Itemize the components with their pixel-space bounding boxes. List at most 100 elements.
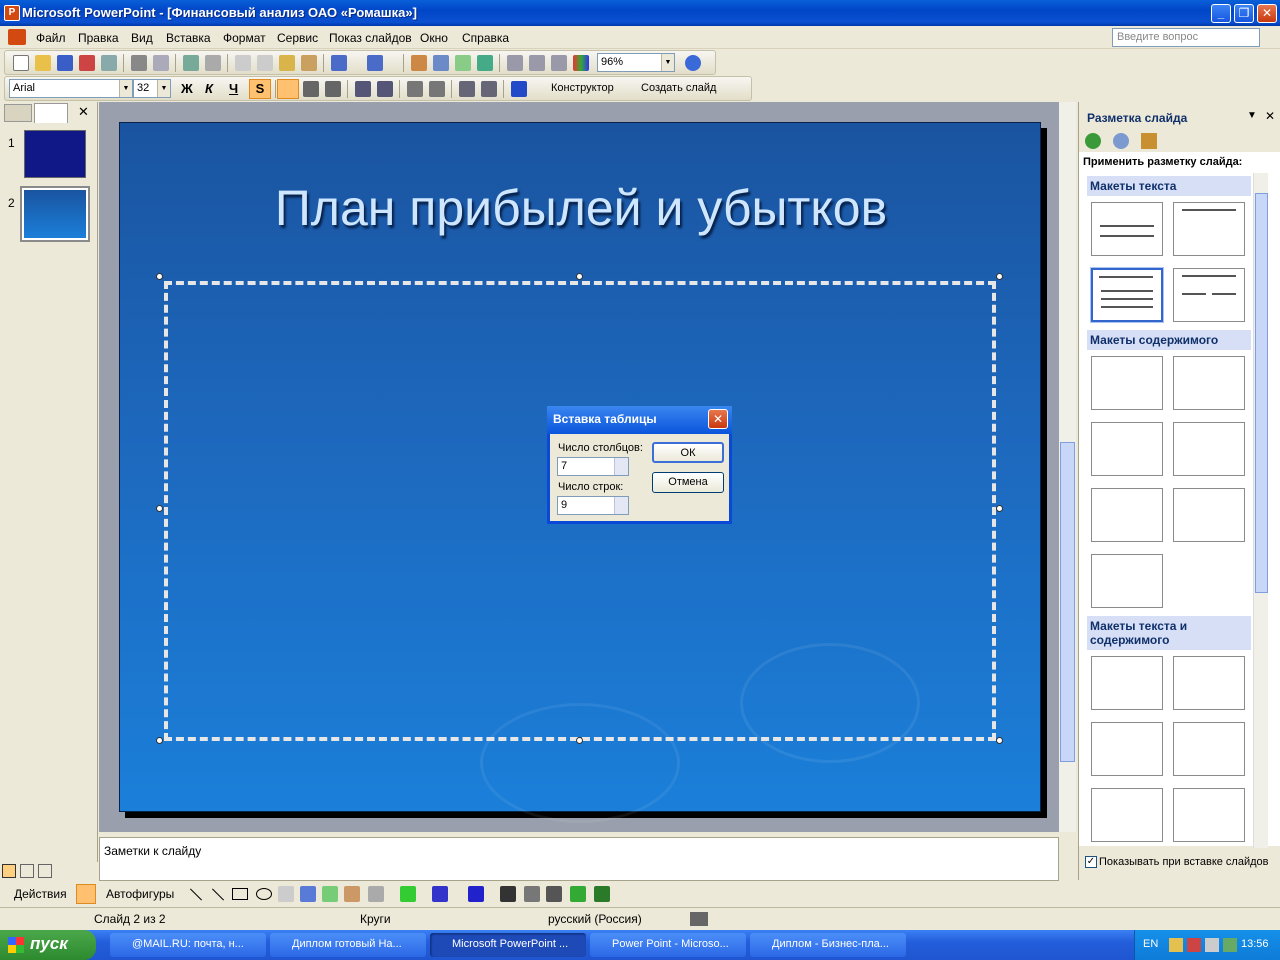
arrow-icon[interactable] xyxy=(211,888,225,901)
menu-view[interactable]: Вид xyxy=(131,31,153,45)
task-word-powerpoint[interactable]: Power Point - Microso... xyxy=(590,933,746,957)
layout-title-two-columns[interactable] xyxy=(1173,268,1245,322)
line-color-icon[interactable] xyxy=(432,886,448,902)
tables-borders-icon[interactable] xyxy=(455,55,471,71)
menu-format[interactable]: Формат xyxy=(223,31,266,45)
tab-slides[interactable] xyxy=(34,103,68,123)
close-pane-icon[interactable]: ✕ xyxy=(78,104,89,120)
clipart-icon[interactable] xyxy=(344,886,360,902)
slide-thumbnail-1[interactable] xyxy=(24,130,86,178)
slide-thumbnail-2-frame[interactable] xyxy=(20,186,90,242)
bullets-icon[interactable] xyxy=(377,81,393,97)
cut-icon[interactable] xyxy=(235,55,251,71)
decrease-indent-icon[interactable] xyxy=(459,81,475,97)
layout-title-content-two[interactable] xyxy=(1091,488,1163,542)
3d-style-icon[interactable] xyxy=(594,886,610,902)
italic-button[interactable]: К xyxy=(205,81,213,96)
chart-icon[interactable] xyxy=(411,55,427,71)
autoshapes-menu[interactable]: Автофигуры xyxy=(106,887,174,901)
forward-icon[interactable] xyxy=(1113,133,1129,149)
tray-icon[interactable] xyxy=(1169,938,1183,952)
preview-icon[interactable] xyxy=(153,55,169,71)
color-icon[interactable] xyxy=(573,55,589,71)
layout-title-text[interactable] xyxy=(1090,267,1164,323)
resize-handle[interactable] xyxy=(156,737,163,744)
font-combo[interactable]: Arial ▼ xyxy=(9,79,133,98)
copy-icon[interactable] xyxy=(257,55,273,71)
show-on-insert-checkbox[interactable]: ✓ xyxy=(1085,856,1097,868)
home-icon[interactable] xyxy=(1141,133,1157,149)
layout-blank[interactable] xyxy=(1091,356,1163,410)
numbering-icon[interactable] xyxy=(355,81,371,97)
close-button[interactable]: ✕ xyxy=(1257,4,1277,23)
rows-spinner[interactable] xyxy=(614,497,628,514)
font-color-icon[interactable] xyxy=(511,81,527,97)
normal-view-icon[interactable] xyxy=(2,864,16,878)
maximize-button[interactable]: ❐ xyxy=(1234,4,1254,23)
font-size-combo[interactable]: 32 ▼ xyxy=(133,79,171,98)
arrow-style-icon[interactable] xyxy=(546,886,562,902)
language-indicator[interactable]: EN xyxy=(1143,938,1158,950)
spelling-status-icon[interactable] xyxy=(690,912,708,926)
underline-button[interactable]: Ч xyxy=(229,81,238,96)
task-word-diplom[interactable]: Диплом - Бизнес-пла... xyxy=(750,933,906,957)
task-folder-diplom[interactable]: Диплом готовый На... xyxy=(270,933,426,957)
fill-color-icon[interactable] xyxy=(400,886,416,902)
resize-handle[interactable] xyxy=(156,273,163,280)
line-icon[interactable] xyxy=(189,888,203,901)
network-icon[interactable] xyxy=(1223,938,1237,952)
shadow-button[interactable]: S xyxy=(249,79,271,99)
scroll-thumb[interactable] xyxy=(1255,193,1268,593)
rows-input[interactable]: 9 xyxy=(557,496,629,515)
document-icon[interactable] xyxy=(8,29,26,45)
layout-content-text[interactable] xyxy=(1173,656,1245,710)
back-icon[interactable] xyxy=(1085,133,1101,149)
resize-handle[interactable] xyxy=(576,737,583,744)
hyperlink-icon[interactable] xyxy=(477,55,493,71)
start-button[interactable]: пуск xyxy=(0,930,96,960)
line-style-icon[interactable] xyxy=(500,886,516,902)
dialog-title-bar[interactable]: Вставка таблицы ✕ xyxy=(547,406,732,434)
sorter-view-icon[interactable] xyxy=(20,864,34,878)
increase-font-icon[interactable] xyxy=(407,81,423,97)
oval-icon[interactable] xyxy=(256,888,272,900)
layout-title-two-content[interactable] xyxy=(1173,422,1245,476)
menu-edit[interactable]: Правка xyxy=(78,31,119,45)
font-color-draw-icon[interactable] xyxy=(468,886,484,902)
layout-title-four-content[interactable] xyxy=(1091,554,1163,608)
menu-insert[interactable]: Вставка xyxy=(166,31,211,45)
ok-button[interactable]: ОК xyxy=(652,442,724,463)
layout-content-over-text[interactable] xyxy=(1173,788,1245,842)
menu-tools[interactable]: Сервис xyxy=(277,31,318,45)
expand-icon[interactable] xyxy=(507,55,523,71)
layout-text-content[interactable] xyxy=(1091,656,1163,710)
scroll-thumb[interactable] xyxy=(1060,442,1075,762)
research-icon[interactable] xyxy=(205,55,221,71)
window-title-bar[interactable]: P Microsoft PowerPoint - [Финансовый ана… xyxy=(0,0,1280,26)
redo-icon[interactable] xyxy=(367,55,383,71)
menu-help[interactable]: Справка xyxy=(462,31,509,45)
columns-spinner[interactable] xyxy=(614,458,628,475)
slideshow-view-icon[interactable] xyxy=(38,864,52,878)
align-right-icon[interactable] xyxy=(325,81,341,97)
tray-icon[interactable] xyxy=(1187,938,1201,952)
select-objects-icon[interactable] xyxy=(76,884,96,904)
align-left-button[interactable] xyxy=(277,79,299,99)
tab-outline[interactable] xyxy=(4,104,32,122)
layout-content[interactable] xyxy=(1173,356,1245,410)
layout-text-over-content[interactable] xyxy=(1091,788,1163,842)
powerpoint-app-icon[interactable]: P xyxy=(4,5,20,21)
resize-handle[interactable] xyxy=(156,505,163,512)
email-icon[interactable] xyxy=(101,55,117,71)
picture-icon[interactable] xyxy=(368,886,384,902)
dialog-close-button[interactable]: ✕ xyxy=(708,409,728,429)
help-icon[interactable] xyxy=(685,55,701,71)
layout-title-content[interactable] xyxy=(1091,422,1163,476)
resize-handle[interactable] xyxy=(996,737,1003,744)
notes-pane[interactable]: Заметки к слайду xyxy=(99,837,1059,881)
zoom-combo[interactable]: 96% ▼ xyxy=(597,53,675,72)
paste-icon[interactable] xyxy=(279,55,295,71)
actions-menu[interactable]: Действия xyxy=(14,887,67,901)
textbox-icon[interactable] xyxy=(278,886,294,902)
diagram-icon[interactable] xyxy=(322,886,338,902)
